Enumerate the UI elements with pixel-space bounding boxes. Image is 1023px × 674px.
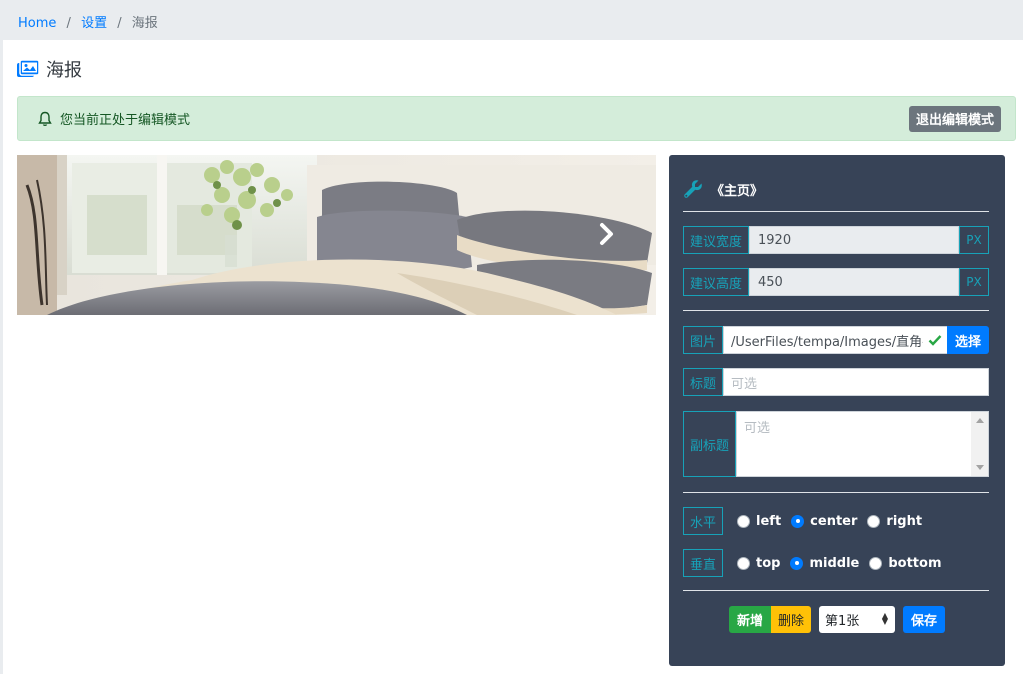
- textarea-scrollbar[interactable]: [971, 412, 988, 476]
- delete-slide-button[interactable]: 删除: [770, 606, 811, 633]
- select-image-button[interactable]: 选择: [947, 326, 989, 354]
- vertical-row: 垂直 top middle bottom: [683, 549, 989, 577]
- image-label: 图片: [683, 326, 724, 354]
- subtitle-label: 副标题: [683, 411, 737, 477]
- breadcrumb-separator: /: [66, 16, 71, 31]
- radio-label: bottom: [888, 555, 942, 571]
- alert-message: 您当前正处于编辑模式: [60, 113, 191, 128]
- horizontal-option-right[interactable]: right: [867, 514, 922, 529]
- breadcrumb: Home / 设置 / 海报: [3, 0, 1023, 40]
- exit-edit-mode-button[interactable]: 退出编辑模式: [908, 105, 1001, 132]
- banner-editor-panel: 《主页》 建议宽度 1920 PX 建议高度 450 PX 图片 /UserFi…: [669, 155, 1005, 666]
- chevron-right-icon[interactable]: [596, 221, 616, 247]
- image-path-input[interactable]: /UserFiles/tempa/Images/直角-4比: [723, 326, 923, 354]
- radio-label: middle: [809, 555, 860, 571]
- image-row: 图片 /UserFiles/tempa/Images/直角-4比 选择: [683, 326, 989, 354]
- divider: [683, 590, 989, 591]
- height-unit: PX: [959, 268, 989, 296]
- width-row: 建议宽度 1920 PX: [683, 226, 989, 254]
- panel-actions: 新增 删除 第1张 ▲ ▼ 保存: [669, 606, 1005, 633]
- breadcrumb-current: 海报: [131, 16, 158, 31]
- title-label: 标题: [683, 368, 724, 396]
- title-input[interactable]: 可选: [723, 368, 989, 396]
- add-slide-button[interactable]: 新增: [728, 606, 771, 633]
- radio-label: top: [756, 555, 781, 571]
- page-title-text: 海报: [46, 60, 82, 81]
- radio-label: left: [756, 513, 782, 529]
- width-label: 建议宽度: [683, 226, 750, 254]
- bell-icon: [38, 111, 52, 126]
- height-label: 建议高度: [683, 268, 750, 296]
- vertical-label: 垂直: [683, 549, 724, 577]
- banner-image: [17, 155, 656, 315]
- breadcrumb-settings[interactable]: 设置: [81, 16, 107, 31]
- vertical-option-bottom[interactable]: bottom: [869, 555, 942, 571]
- panel-heading-text: 《主页》: [711, 183, 764, 199]
- radio-button[interactable]: [737, 556, 751, 570]
- radio-button[interactable]: [791, 514, 805, 528]
- divider: [683, 310, 989, 311]
- divider: [683, 492, 989, 493]
- panel-heading: 《主页》: [683, 179, 763, 199]
- horizontal-label: 水平: [683, 507, 724, 535]
- width-unit: PX: [959, 226, 989, 254]
- width-field: 1920: [749, 226, 959, 254]
- breadcrumb-separator: /: [117, 16, 122, 31]
- slide-select-value: 第1张: [825, 614, 860, 629]
- subtitle-row: 副标题 可选: [683, 411, 989, 477]
- vertical-option-top[interactable]: top: [737, 556, 780, 571]
- radio-label: center: [810, 513, 858, 529]
- subtitle-textarea[interactable]: 可选: [736, 411, 989, 477]
- select-arrows-icon: ▲ ▼: [881, 611, 888, 626]
- vertical-option-middle[interactable]: middle: [790, 556, 859, 571]
- height-row: 建议高度 450 PX: [683, 268, 989, 296]
- horizontal-radio-group: left center right: [737, 507, 932, 535]
- subtitle-placeholder: 可选: [744, 421, 771, 436]
- title-row: 标题 可选: [683, 368, 989, 396]
- check-icon: [923, 326, 947, 354]
- divider: [683, 211, 989, 212]
- radio-button[interactable]: [737, 514, 751, 528]
- wrench-icon: [684, 180, 702, 198]
- radio-button[interactable]: [790, 556, 804, 570]
- height-field: 450: [749, 268, 959, 296]
- images-icon: [17, 60, 39, 77]
- radio-button[interactable]: [867, 514, 881, 528]
- slide-select[interactable]: 第1张 ▲ ▼: [819, 606, 895, 633]
- page-title: 海报: [17, 57, 82, 81]
- horizontal-option-left[interactable]: left: [737, 514, 781, 529]
- vertical-radio-group: top middle bottom: [737, 549, 952, 577]
- radio-button[interactable]: [869, 556, 883, 570]
- save-button[interactable]: 保存: [903, 606, 946, 633]
- horizontal-row: 水平 left center right: [683, 507, 989, 535]
- horizontal-option-center[interactable]: center: [791, 514, 857, 529]
- breadcrumb-home[interactable]: Home: [18, 16, 56, 31]
- edit-mode-alert: 您当前正处于编辑模式 退出编辑模式: [17, 96, 1016, 141]
- radio-label: right: [886, 513, 923, 529]
